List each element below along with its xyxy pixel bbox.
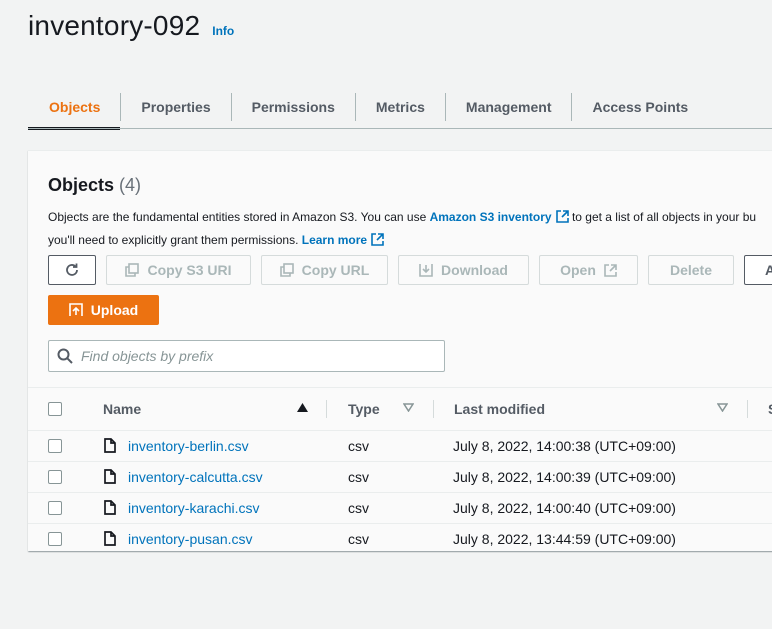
- table-row: inventory-calcutta.csv csv July 8, 2022,…: [28, 462, 772, 493]
- page-header: inventory-092 Info: [28, 10, 234, 42]
- sort-icon[interactable]: [717, 403, 728, 412]
- object-last-modified: July 8, 2022, 14:00:38 (UTC+09:00): [453, 438, 676, 454]
- sort-ascending-icon[interactable]: [297, 403, 308, 412]
- panel-description: Objects are the fundamental entities sto…: [48, 207, 772, 253]
- actions-label: A: [765, 262, 772, 278]
- copy-url-button[interactable]: Copy URL: [261, 255, 388, 285]
- column-next[interactable]: S: [768, 388, 772, 430]
- learn-more-link[interactable]: Learn more: [302, 233, 367, 247]
- refresh-icon: [64, 262, 80, 278]
- search-box: [48, 340, 445, 372]
- object-name-link[interactable]: inventory-pusan.csv: [128, 524, 253, 551]
- bucket-title: inventory-092: [28, 10, 201, 41]
- delete-label: Delete: [669, 262, 713, 278]
- row-checkbox[interactable]: [48, 470, 62, 484]
- external-link-icon: [604, 263, 617, 277]
- download-label: Download: [441, 262, 508, 278]
- actions-button[interactable]: A: [744, 255, 772, 285]
- copy-icon: [279, 263, 294, 277]
- object-last-modified: July 8, 2022, 13:44:59 (UTC+09:00): [453, 531, 676, 547]
- description-text: to get a list of all objects in your bu: [568, 210, 757, 224]
- table-row: inventory-pusan.csv csv July 8, 2022, 13…: [28, 524, 772, 551]
- column-divider: [326, 400, 327, 418]
- tab-properties[interactable]: Properties: [121, 84, 230, 130]
- objects-table: Name Type Last modified S inventory-berl…: [28, 387, 772, 551]
- bucket-tabs: Objects Properties Permissions Metrics M…: [28, 84, 772, 130]
- copy-icon: [125, 263, 140, 277]
- objects-panel: Objects (4) Objects are the fundamental …: [28, 150, 772, 551]
- sort-icon[interactable]: [403, 403, 414, 412]
- copy-s3-uri-label: Copy S3 URI: [147, 262, 232, 278]
- table-header: Name Type Last modified S: [28, 387, 772, 431]
- column-type[interactable]: Type: [348, 388, 380, 430]
- upload-label: Upload: [90, 302, 139, 318]
- column-divider: [433, 400, 434, 418]
- search-input[interactable]: [81, 348, 421, 364]
- tab-objects[interactable]: Objects: [28, 84, 121, 130]
- tabs-underline: [28, 128, 772, 129]
- file-icon: [104, 500, 116, 515]
- tab-management[interactable]: Management: [446, 84, 572, 130]
- row-checkbox[interactable]: [48, 532, 62, 546]
- description-text: you'll need to explicitly grant them per…: [48, 233, 302, 247]
- open-button[interactable]: Open: [539, 255, 638, 285]
- copy-s3-uri-button[interactable]: Copy S3 URI: [106, 255, 251, 285]
- copy-url-label: Copy URL: [301, 262, 370, 278]
- external-link-icon: [371, 232, 384, 253]
- file-icon: [104, 469, 116, 484]
- object-last-modified: July 8, 2022, 14:00:39 (UTC+09:00): [453, 469, 676, 485]
- select-all-checkbox[interactable]: [48, 402, 62, 416]
- tab-permissions[interactable]: Permissions: [232, 84, 355, 130]
- column-divider: [747, 400, 748, 418]
- object-last-modified: July 8, 2022, 14:00:40 (UTC+09:00): [453, 500, 676, 516]
- row-checkbox[interactable]: [48, 439, 62, 453]
- table-row: inventory-karachi.csv csv July 8, 2022, …: [28, 493, 772, 524]
- column-name[interactable]: Name: [103, 388, 141, 430]
- delete-button[interactable]: Delete: [648, 255, 734, 285]
- object-type: csv: [348, 438, 369, 454]
- object-name-link[interactable]: inventory-berlin.csv: [128, 431, 249, 461]
- row-checkbox[interactable]: [48, 501, 62, 515]
- upload-button[interactable]: Upload: [48, 295, 159, 325]
- upload-icon: [68, 303, 83, 317]
- column-last-modified[interactable]: Last modified: [454, 388, 545, 430]
- object-name-link[interactable]: inventory-karachi.csv: [128, 493, 260, 523]
- external-link-icon: [555, 209, 569, 230]
- panel-heading: Objects (4): [48, 175, 141, 196]
- description-text: Objects are the fundamental entities sto…: [48, 210, 430, 224]
- download-button[interactable]: Download: [398, 255, 529, 285]
- open-label: Open: [560, 262, 596, 278]
- file-icon: [104, 438, 116, 453]
- info-link[interactable]: Info: [212, 24, 234, 38]
- s3-inventory-link[interactable]: Amazon S3 inventory: [430, 210, 552, 224]
- download-icon: [419, 263, 433, 277]
- table-row: inventory-berlin.csv csv July 8, 2022, 1…: [28, 431, 772, 462]
- panel-title: Objects: [48, 175, 115, 195]
- object-type: csv: [348, 531, 369, 547]
- file-icon: [104, 531, 116, 546]
- tab-metrics[interactable]: Metrics: [356, 84, 445, 130]
- object-count: (4): [119, 175, 142, 195]
- object-type: csv: [348, 500, 369, 516]
- tab-access-points[interactable]: Access Points: [572, 84, 708, 130]
- object-type: csv: [348, 469, 369, 485]
- object-name-link[interactable]: inventory-calcutta.csv: [128, 462, 263, 492]
- refresh-button[interactable]: [48, 255, 96, 285]
- search-icon: [57, 348, 73, 364]
